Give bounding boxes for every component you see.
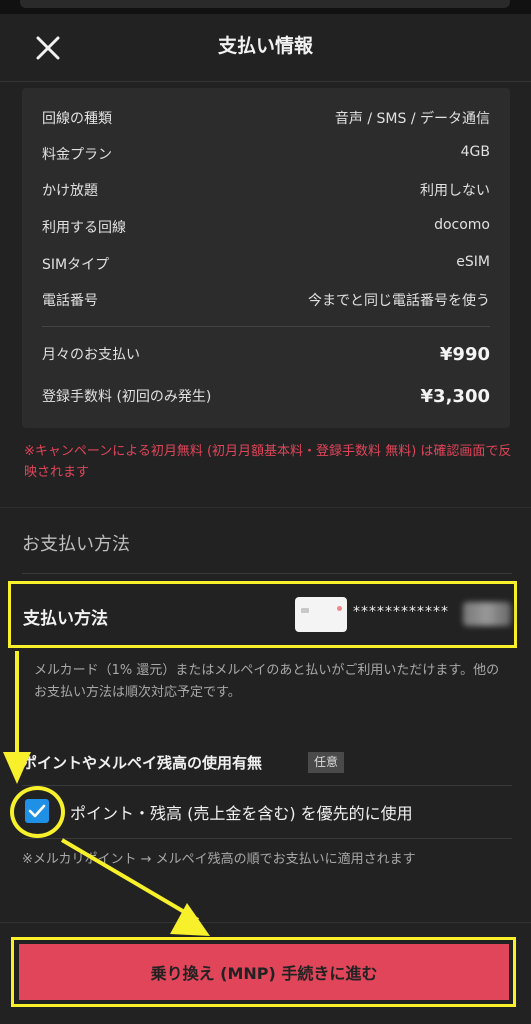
section-divider [22,785,512,786]
proceed-mnp-button[interactable]: 乗り換え (MNP) 手続きに進む [19,944,509,1000]
summary-row-carrier-line: 利用する回線 docomo [42,217,490,241]
arrow-diagonal-head [170,903,210,936]
summary-label: SIMタイプ [42,257,110,273]
summary-row-sim-type: SIMタイプ eSIM [42,254,490,278]
payment-description: メルカード（1% 還元）またはメルペイのあと払いがご利用いただけます。他のお支払… [34,663,500,700]
summary-value: 利用しない [420,183,490,199]
summary-label: 電話番号 [42,293,98,309]
redacted-digits [463,602,511,626]
summary-label: 登録手数料 (初回のみ発生) [42,389,212,405]
previous-sheet-edge [20,0,510,8]
use-points-checkbox[interactable] [25,799,49,823]
masked-card-number: ************ [353,604,449,620]
summary-label: かけ放題 [42,183,98,199]
summary-value: eSIM [456,254,490,270]
close-button[interactable] [30,30,66,66]
monthly-price: ¥990 [439,344,490,365]
summary-row-plan: 料金プラン 4GB [42,144,490,168]
summary-label: 月々のお支払い [42,347,140,363]
summary-value: 今までと同じ電話番号を使う [308,293,490,309]
points-note: ※メルカリポイント → メルペイ残高の順でお支払いに適用されます [22,852,416,867]
section-divider [0,507,531,508]
footer-divider [0,922,531,923]
summary-value: docomo [434,217,490,233]
summary-row-phone-number: 電話番号 今までと同じ電話番号を使う [42,290,490,314]
section-divider [22,838,512,839]
registration-fee: ¥3,300 [420,386,490,407]
payment-method-label: 支払い方法 [23,609,108,629]
summary-row-monthly-payment: 月々のお支払い ¥990 [42,344,490,368]
summary-row-registration-fee: 登録手数料 (初回のみ発生) ¥3,300 [42,386,490,410]
summary-label: 利用する回線 [42,220,126,236]
close-icon [36,36,60,60]
payment-section-title: お支払い方法 [22,534,130,555]
use-points-label[interactable]: ポイント・残高 (売上金を含む) を優先的に使用 [70,800,413,824]
top-strip [0,0,531,14]
payment-method-row[interactable]: 支払い方法 ************ [8,581,517,648]
optional-badge: 任意 [308,752,344,773]
plan-summary-card: 回線の種類 音声 / SMS / データ通信 料金プラン 4GB かけ放題 利用… [22,88,510,428]
page-title: 支払い情報 [217,35,313,57]
summary-divider [42,326,490,327]
checkmark-icon [28,804,46,818]
section-divider [22,573,512,574]
summary-label: 回線の種類 [42,111,112,127]
summary-value: 音声 / SMS / データ通信 [334,111,490,127]
credit-card-icon [295,597,347,632]
summary-value: 4GB [460,144,490,160]
campaign-notice: ※キャンペーンによる初月無料 (初月月額基本料・登録手数料 無料) は確認画面で… [24,444,512,480]
summary-label: 料金プラン [42,147,112,163]
summary-row-unlimited-calls: かけ放題 利用しない [42,180,490,204]
header: 支払い情報 [0,14,531,82]
points-section-title: ポイントやメルペイ残高の使用有無 [22,754,263,772]
summary-row-line-type: 回線の種類 音声 / SMS / データ通信 [42,108,490,132]
